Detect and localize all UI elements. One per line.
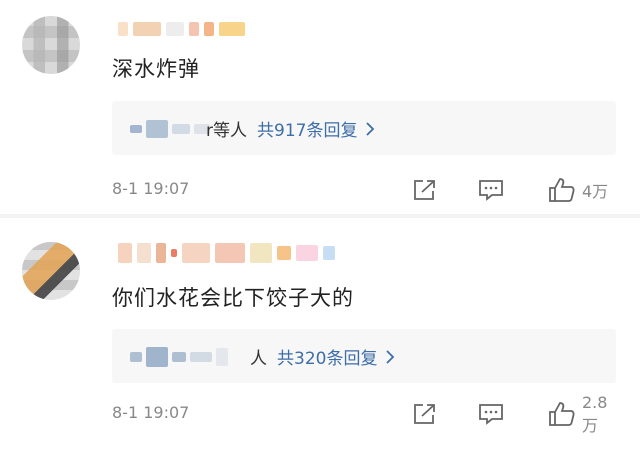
comment-meta: 8-1 19:07 4万 xyxy=(112,176,618,204)
comment-icon xyxy=(478,178,504,202)
like-icon xyxy=(548,177,576,203)
replier-blur-segment xyxy=(146,347,168,367)
username-blur-segment xyxy=(277,246,291,260)
reply-summary-box[interactable]: r等人 共917条回复 xyxy=(112,101,616,155)
reply-button[interactable] xyxy=(478,400,504,428)
chevron-right-icon xyxy=(365,121,375,137)
share-icon xyxy=(412,402,438,426)
username-blur-segment xyxy=(156,243,166,263)
replier-names xyxy=(130,346,228,368)
share-button[interactable] xyxy=(412,176,438,204)
username-blur-segment xyxy=(296,245,318,261)
reply-others: r等人 xyxy=(206,121,247,141)
share-button[interactable] xyxy=(412,400,438,428)
username-blur-segment xyxy=(189,22,199,36)
replier-blur-segment xyxy=(172,352,186,362)
reply-summary[interactable]: r等人 共917条回复 xyxy=(206,116,375,141)
username-blur-segment xyxy=(118,243,132,263)
replier-names xyxy=(130,118,210,140)
like-button[interactable]: 4万 xyxy=(548,176,608,204)
username-blur-segment xyxy=(323,246,335,260)
avatar[interactable] xyxy=(22,16,80,74)
replier-blur-segment xyxy=(130,352,142,362)
share-icon xyxy=(412,178,438,202)
comment-meta: 8-1 19:07 2.8万 xyxy=(112,393,618,435)
timestamp: 8-1 19:07 xyxy=(112,179,190,198)
timestamp: 8-1 19:07 xyxy=(112,403,190,422)
username-blur-segment xyxy=(250,243,272,263)
comment-icon xyxy=(478,402,504,426)
replier-blur-segment xyxy=(130,125,142,133)
reply-summary-box[interactable]: 人 共320条回复 xyxy=(112,329,616,383)
username-blur-segment xyxy=(118,22,128,36)
like-button[interactable]: 2.8万 xyxy=(548,393,618,435)
replier-blur-segment xyxy=(216,348,228,366)
reply-count[interactable]: 共917条回复 xyxy=(257,116,357,141)
username-blur-segment xyxy=(182,243,210,263)
reply-others: 人 xyxy=(250,349,267,369)
username-blur-segment xyxy=(219,22,245,36)
username-blur-segment xyxy=(204,22,214,36)
username-blur-segment xyxy=(166,22,184,36)
reply-summary[interactable]: 人 共320条回复 xyxy=(250,344,395,369)
like-icon xyxy=(548,401,576,427)
username[interactable] xyxy=(118,18,245,40)
comment-item: 你们水花会比下饺子大的 人 共320条回复 8-1 19:07 2.8万 xyxy=(0,218,640,452)
replier-blur-segment xyxy=(190,352,212,362)
replier-blur-segment xyxy=(172,124,190,134)
comment-text: 深水炸弹 xyxy=(112,57,200,81)
like-count: 4万 xyxy=(582,182,609,201)
username-blur-segment xyxy=(215,243,245,263)
username-blur-segment xyxy=(133,22,161,36)
comment-item: 深水炸弹 r等人 共917条回复 8-1 19:07 4万 xyxy=(0,0,640,214)
username-blur-segment xyxy=(171,249,177,257)
chevron-right-icon xyxy=(385,349,395,365)
username[interactable] xyxy=(118,242,335,264)
like-count: 2.8万 xyxy=(582,392,608,435)
replier-blur-segment xyxy=(146,120,168,138)
comment-text: 你们水花会比下饺子大的 xyxy=(112,286,354,310)
avatar[interactable] xyxy=(22,242,80,300)
reply-button[interactable] xyxy=(478,176,504,204)
username-blur-segment xyxy=(137,243,151,263)
reply-count[interactable]: 共320条回复 xyxy=(277,344,377,369)
